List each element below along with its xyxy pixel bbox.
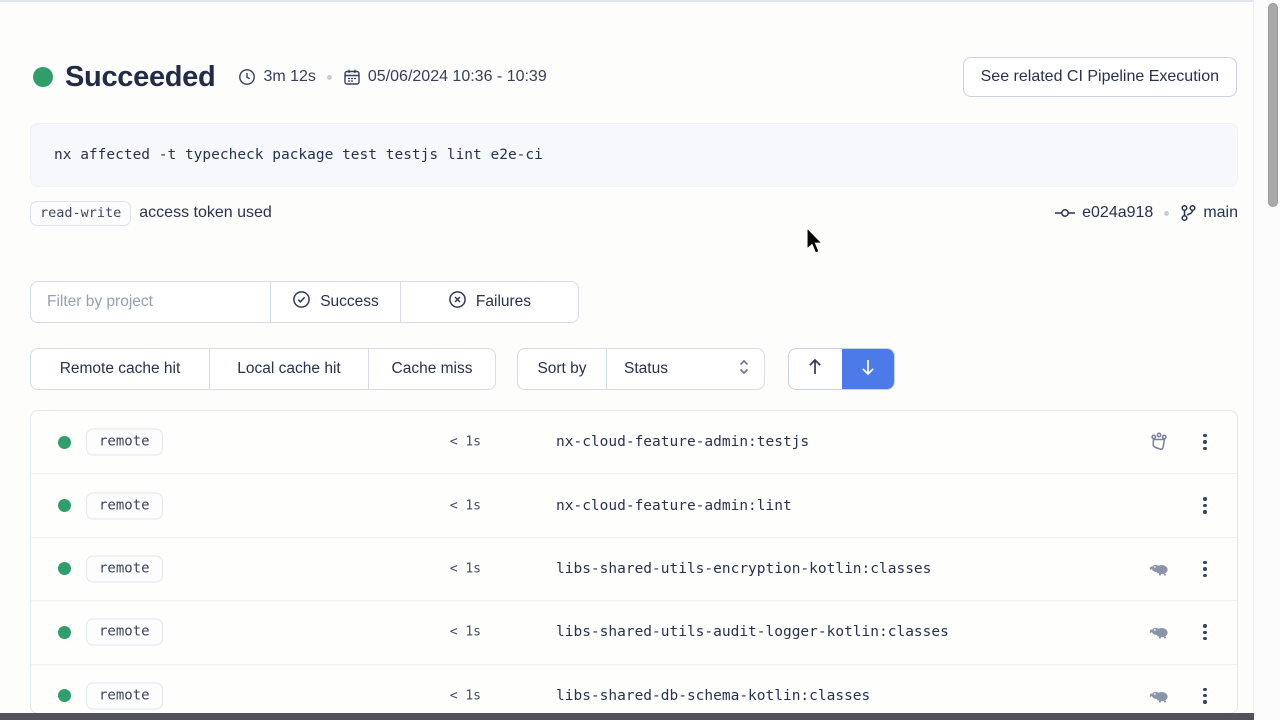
task-status-dot: [58, 436, 71, 449]
scrollbar-thumb[interactable]: [1268, 3, 1278, 207]
task-row[interactable]: remote < 1s nx-cloud-feature-admin:testj…: [31, 411, 1237, 474]
task-name[interactable]: libs-shared-db-schema-kotlin:classes: [556, 688, 870, 704]
cache-source-badge: remote: [86, 619, 163, 646]
run-duration: 3m 12s: [238, 68, 315, 86]
task-row[interactable]: remote < 1s libs-shared-utils-encryption…: [31, 538, 1237, 601]
cache-source-badge: remote: [86, 682, 163, 709]
run-header: Succeeded 3m 12s 05/06/2024 10:36 - 10:3…: [33, 56, 1237, 98]
task-status-dot: [58, 562, 71, 575]
task-name[interactable]: libs-shared-utils-audit-logger-kotlin:cl…: [556, 624, 949, 640]
sort-ascending-button[interactable]: [789, 349, 842, 389]
task-duration: < 1s: [391, 435, 481, 450]
task-row[interactable]: remote < 1s nx-cloud-feature-admin:lint: [31, 474, 1237, 537]
tab-cache-miss[interactable]: Cache miss: [368, 349, 495, 389]
sort-by-label: Sort by: [518, 349, 606, 389]
tab-local-cache-hit[interactable]: Local cache hit: [209, 349, 368, 389]
task-status-dot: [58, 499, 71, 512]
cache-tabs: Remote cache hit Local cache hit Cache m…: [30, 348, 496, 390]
sort-field-value: Status: [624, 360, 668, 378]
row-menu-button[interactable]: [1195, 558, 1215, 580]
token-label: access token used: [139, 204, 272, 222]
task-duration: < 1s: [391, 561, 481, 576]
project-filter-input[interactable]: [31, 282, 270, 322]
mouse-cursor: [805, 227, 827, 262]
sort-group: Sort by Status: [517, 348, 765, 390]
token-scope-badge: read-write: [30, 201, 131, 226]
task-row[interactable]: remote < 1s libs-shared-db-schema-kotlin…: [31, 665, 1237, 714]
command-box: nx affected -t typecheck package test te…: [30, 123, 1238, 187]
sort-field-select[interactable]: Status: [606, 349, 764, 389]
vcs-info: e024a918 main: [1054, 204, 1238, 222]
row-menu-button[interactable]: [1195, 685, 1215, 707]
calendar-icon: [343, 68, 361, 86]
task-status-dot: [58, 689, 71, 702]
task-duration: < 1s: [391, 498, 481, 513]
branch-name[interactable]: main: [1203, 204, 1238, 222]
commit-sha[interactable]: e024a918: [1082, 204, 1153, 222]
filter-failures-label: Failures: [476, 293, 531, 311]
gradle-icon: [1147, 684, 1171, 708]
run-date-text: 05/06/2024 10:36 - 10:39: [368, 68, 547, 86]
run-status-dot: [33, 67, 53, 87]
x-circle-icon: [448, 290, 467, 314]
git-branch-icon: [1180, 204, 1197, 222]
separator-dot: [327, 75, 332, 80]
task-duration: < 1s: [391, 625, 481, 640]
task-duration: < 1s: [391, 688, 481, 703]
tab-remote-cache-hit[interactable]: Remote cache hit: [31, 349, 209, 389]
sort-descending-button[interactable]: [842, 349, 895, 389]
task-name[interactable]: nx-cloud-feature-admin:lint: [556, 498, 792, 514]
page-title: Succeeded: [65, 61, 215, 94]
filter-bar: Success Failures: [30, 281, 579, 323]
jest-icon: [1147, 430, 1171, 454]
git-commit-icon: [1054, 205, 1076, 221]
related-pipeline-button[interactable]: See related CI Pipeline Execution: [963, 57, 1237, 97]
token-row: read-write access token used e024a918 ma…: [30, 199, 1238, 227]
filter-success-button[interactable]: Success: [270, 282, 400, 322]
row-menu-button[interactable]: [1195, 495, 1215, 517]
task-list: remote < 1s nx-cloud-feature-admin:testj…: [30, 410, 1238, 714]
task-name[interactable]: libs-shared-utils-encryption-kotlin:clas…: [556, 561, 931, 577]
run-date: 05/06/2024 10:36 - 10:39: [343, 68, 547, 86]
arrow-down-icon: [859, 357, 877, 382]
bottom-window-edge: [0, 713, 1254, 720]
gradle-icon: [1147, 620, 1171, 644]
check-circle-icon: [292, 290, 311, 314]
separator-dot: [1164, 211, 1169, 216]
gradle-icon: [1147, 557, 1171, 581]
chevron-updown-icon: [737, 358, 751, 381]
arrow-up-icon: [806, 357, 824, 382]
row-menu-button[interactable]: [1195, 621, 1215, 643]
run-duration-text: 3m 12s: [263, 68, 315, 86]
filter-failures-button[interactable]: Failures: [400, 282, 578, 322]
command-text: nx affected -t typecheck package test te…: [54, 147, 543, 163]
sort-direction-group: [788, 348, 895, 390]
cache-source-badge: remote: [86, 492, 163, 519]
row-menu-button[interactable]: [1195, 431, 1215, 453]
task-row[interactable]: remote < 1s libs-shared-utils-audit-logg…: [31, 601, 1237, 664]
task-name[interactable]: nx-cloud-feature-admin:testjs: [556, 434, 809, 450]
cache-source-badge: remote: [86, 555, 163, 582]
page-top-border: [0, 0, 1280, 2]
clock-icon: [238, 68, 256, 86]
task-status-dot: [58, 626, 71, 639]
cache-source-badge: remote: [86, 429, 163, 456]
filter-success-label: Success: [320, 293, 379, 311]
